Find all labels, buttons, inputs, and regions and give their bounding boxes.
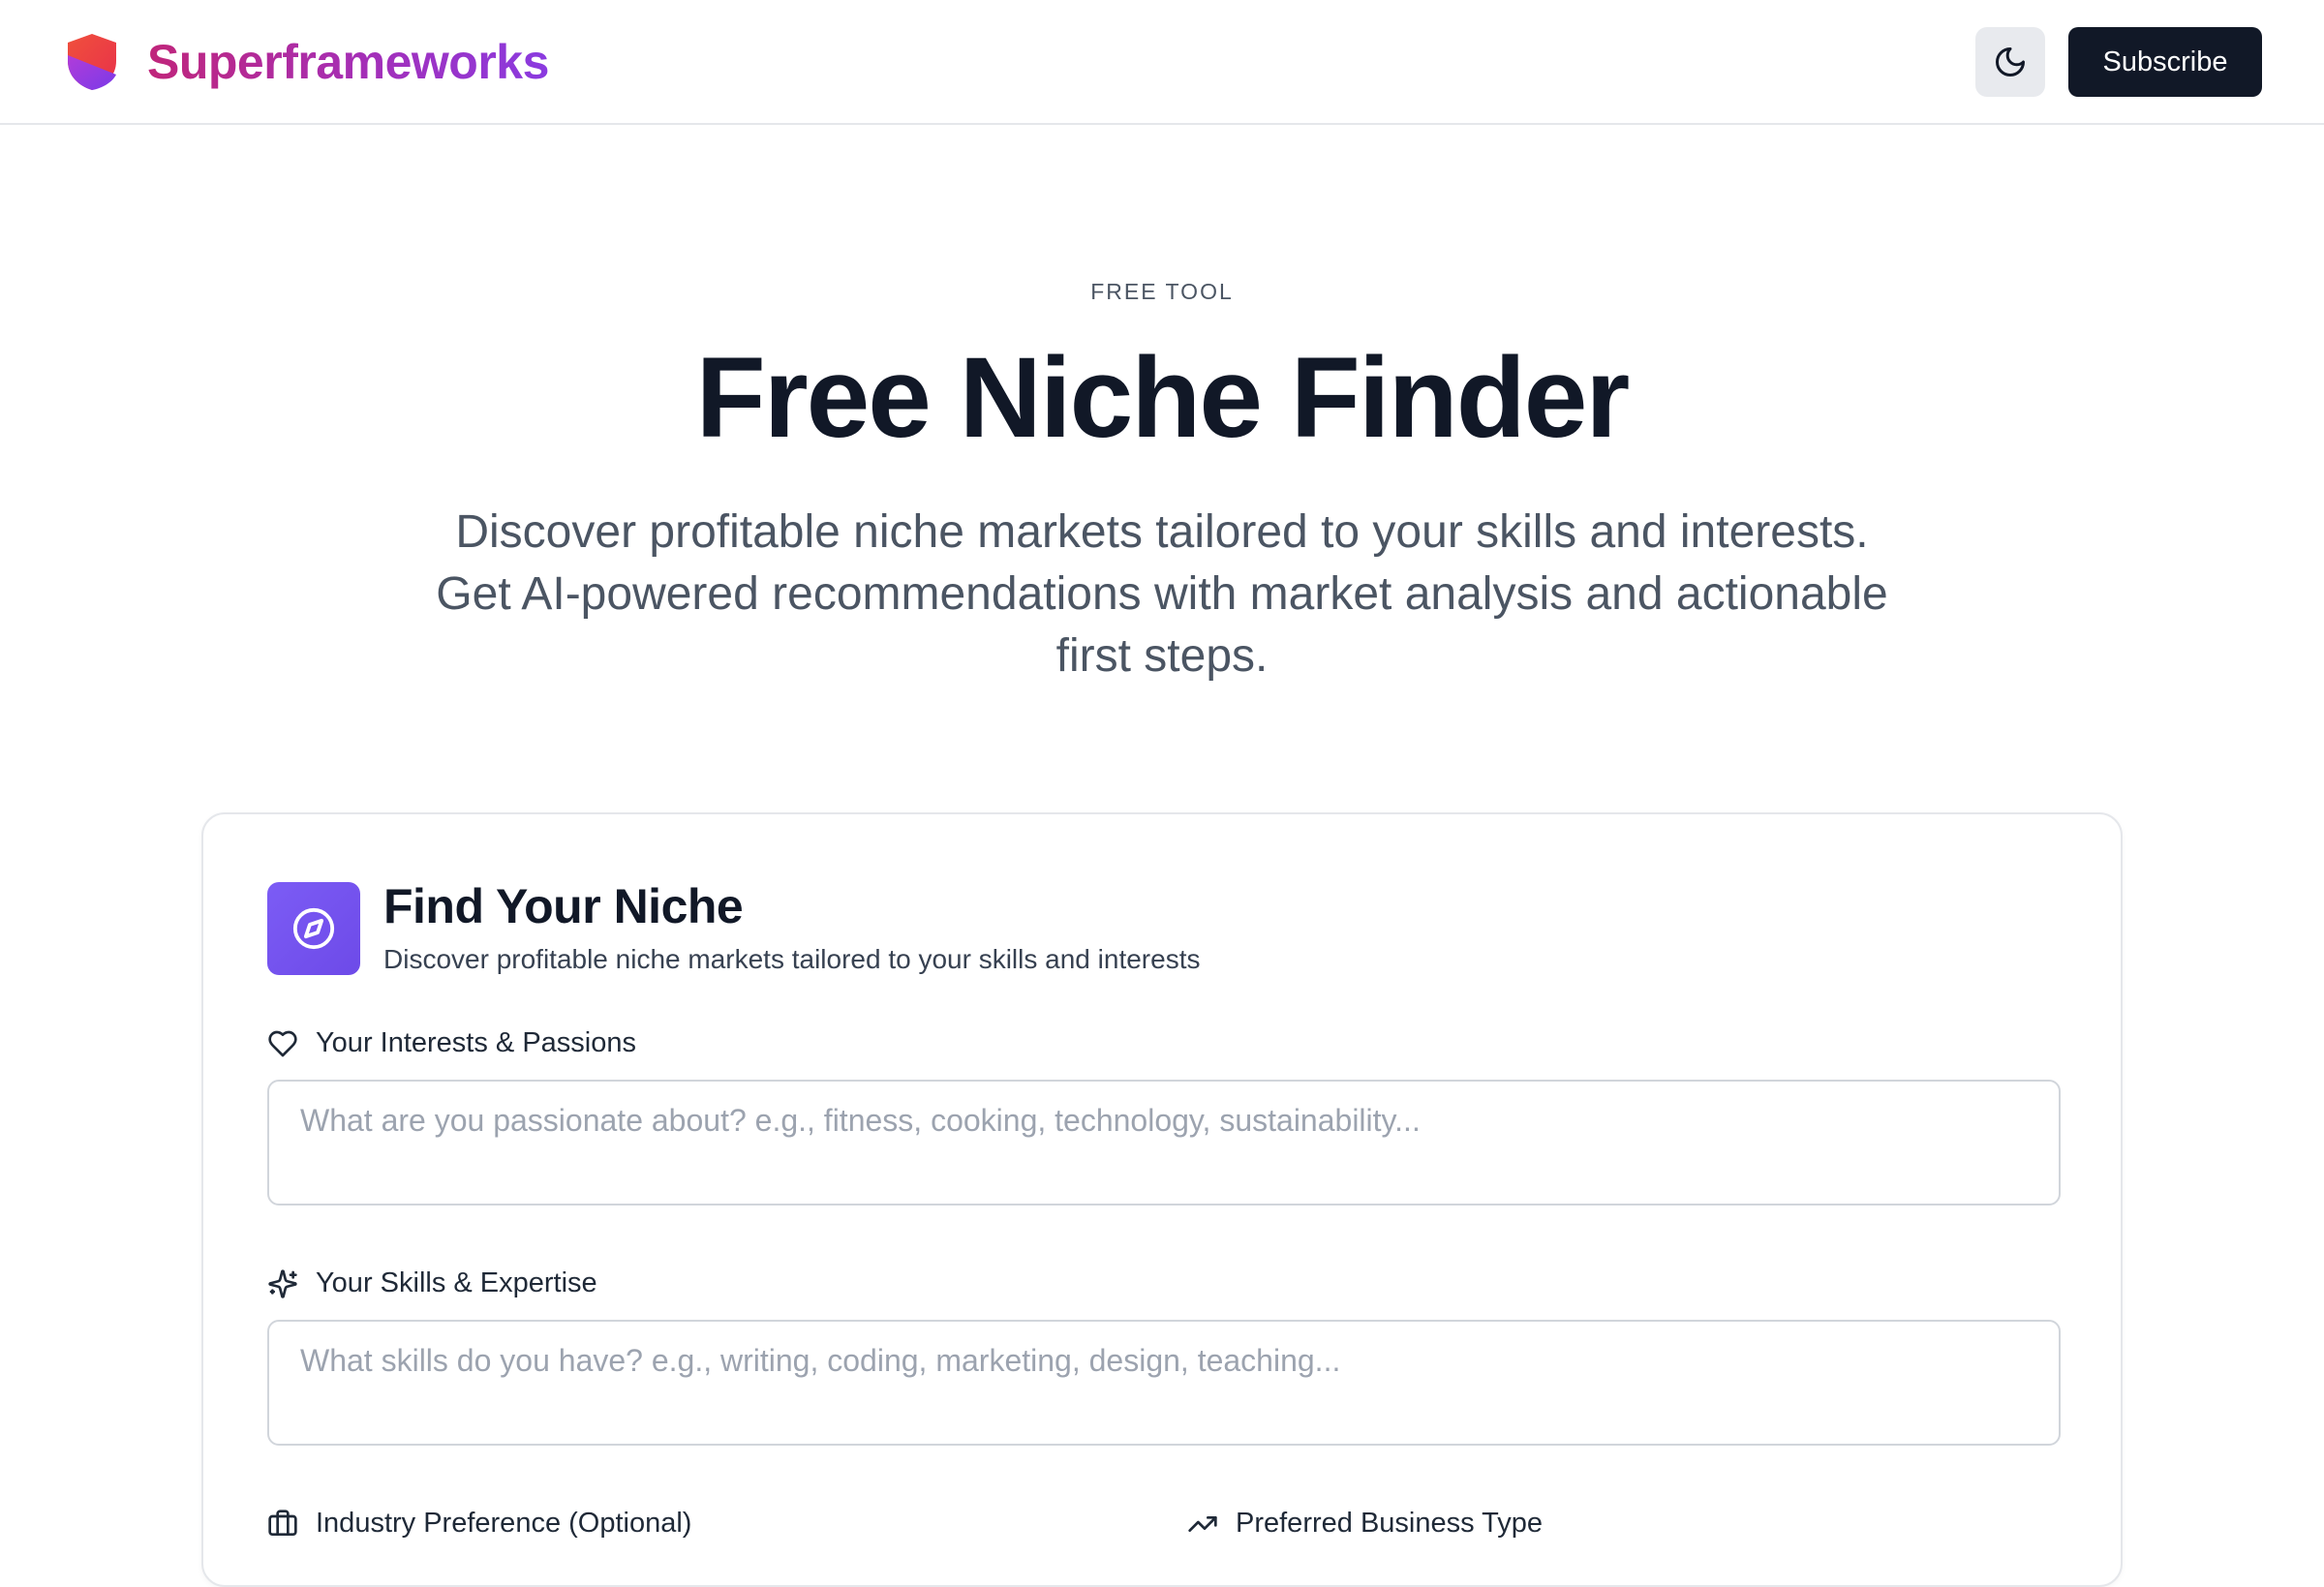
briefcase-icon [268, 1509, 297, 1536]
moon-icon [1996, 47, 2025, 76]
skills-input[interactable] [267, 1320, 2061, 1446]
interests-input[interactable] [267, 1080, 2061, 1206]
business-type-label: Preferred Business Type [1187, 1508, 1543, 1540]
business-type-label-text: Preferred Business Type [1236, 1508, 1544, 1539]
card-subtitle: Discover profitable niche markets tailor… [383, 944, 1201, 974]
heart-icon [268, 1030, 297, 1056]
interests-label-text: Your Interests & Passions [316, 1027, 636, 1058]
trending-up-icon [1188, 1515, 1217, 1532]
industry-label: Industry Preference (Optional) [267, 1508, 691, 1540]
brand-logo-link[interactable]: Superframeworks [64, 31, 549, 93]
card-title: Find Your Niche [383, 879, 744, 933]
skills-label: Your Skills & Expertise [267, 1267, 597, 1299]
skills-label-text: Your Skills & Expertise [316, 1267, 597, 1298]
sparkles-icon [268, 1268, 297, 1298]
shield-logo-icon [68, 34, 116, 90]
top-navigation-bar: Superframeworks Subscribe [0, 0, 2324, 125]
subscribe-button[interactable]: Subscribe [2068, 27, 2262, 97]
card-icon-badge [267, 882, 360, 975]
brand-name: Superframeworks [147, 35, 549, 89]
hero-eyebrow: FREE TOOL [1090, 279, 1234, 304]
compass-icon [292, 907, 335, 950]
theme-toggle-button[interactable] [1975, 27, 2045, 97]
hero-subtitle: Discover profitable niche markets tailor… [436, 506, 1888, 682]
industry-label-text: Industry Preference (Optional) [316, 1508, 692, 1539]
interests-label: Your Interests & Passions [267, 1027, 636, 1059]
page-title: Free Niche Finder [695, 334, 1631, 462]
niche-finder-card: Find Your Niche Discover profitable nich… [201, 812, 2123, 1587]
